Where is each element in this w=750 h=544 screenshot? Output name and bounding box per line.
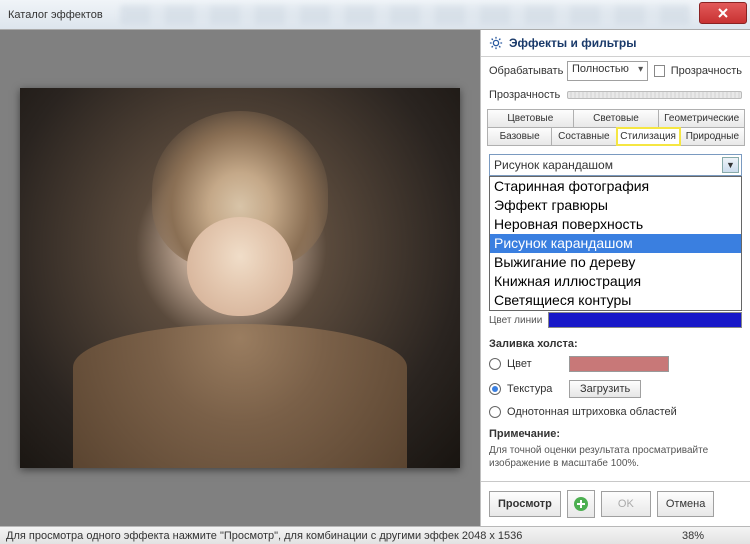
tab-light[interactable]: Световые: [573, 109, 660, 128]
effect-dropdown-list: Старинная фотография Эффект гравюры Неро…: [489, 176, 742, 311]
fill-color-swatch[interactable]: [569, 356, 669, 372]
option-engraving[interactable]: Эффект гравюры: [490, 196, 741, 215]
fill-color-row: Цвет: [481, 352, 750, 376]
add-button[interactable]: [567, 490, 595, 518]
note-heading: Примечание:: [481, 422, 750, 442]
preview-area: [0, 30, 480, 526]
status-zoom: 38%: [682, 530, 744, 542]
panel-heading: Эффекты и фильтры: [481, 30, 750, 57]
effect-combo-wrap: Рисунок карандашом ▼ Старинная фотографи…: [481, 148, 750, 176]
transparency-checkbox[interactable]: [654, 65, 665, 77]
tab-nature[interactable]: Природные: [680, 127, 745, 146]
transparency-checkbox-label: Прозрачность: [671, 65, 742, 77]
fill-mono-row: Однотонная штриховка областей: [481, 402, 750, 422]
load-button[interactable]: Загрузить: [569, 380, 641, 398]
tab-stylization[interactable]: Стилизация: [616, 127, 681, 146]
option-old-photo[interactable]: Старинная фотография: [490, 177, 741, 196]
tab-row-1: Цветовые Световые Геометрические: [487, 109, 744, 128]
effect-combo-value: Рисунок карандашом: [494, 158, 613, 172]
option-pencil[interactable]: Рисунок карандашом: [490, 234, 741, 253]
chevron-down-icon: ▼: [722, 157, 739, 173]
tab-color[interactable]: Цветовые: [487, 109, 574, 128]
close-button[interactable]: [699, 2, 747, 24]
panel-heading-text: Эффекты и фильтры: [509, 36, 637, 50]
tab-rows: Цветовые Световые Геометрические Базовые…: [481, 105, 750, 148]
process-dropdown[interactable]: Полностью: [567, 61, 648, 81]
workspace: Эффекты и фильтры Обрабатывать Полностью…: [0, 30, 750, 526]
statusbar: Для просмотра одного эффекта нажмите "Пр…: [0, 526, 750, 544]
process-label: Обрабатывать: [489, 65, 561, 77]
fill-heading: Заливка холста:: [481, 332, 750, 352]
line-color-row: Цвет линии: [481, 308, 750, 332]
close-icon: [717, 7, 729, 19]
option-book-illustration[interactable]: Книжная иллюстрация: [490, 272, 741, 291]
effects-panel: Эффекты и фильтры Обрабатывать Полностью…: [480, 30, 750, 526]
titlebar: Каталог эффектов: [0, 0, 750, 30]
radio-mono-label: Однотонная штриховка областей: [507, 406, 677, 418]
radio-texture-label: Текстура: [507, 383, 563, 395]
transparency-slider[interactable]: [567, 91, 742, 99]
radio-color[interactable]: [489, 358, 501, 370]
radio-texture[interactable]: [489, 383, 501, 395]
line-color-label: Цвет линии: [489, 315, 542, 326]
transparency-row: Прозрачность: [481, 85, 750, 105]
fill-texture-row: Текстура Загрузить: [481, 376, 750, 402]
tab-composite[interactable]: Составные: [551, 127, 616, 146]
button-bar: Просмотр OK Отмена: [481, 481, 750, 526]
plus-icon: [573, 496, 589, 512]
titlebar-blur: [120, 5, 690, 25]
status-text: Для просмотра одного эффекта нажмите "Пр…: [6, 530, 522, 542]
option-glowing-contours[interactable]: Светящиеся контуры: [490, 291, 741, 310]
radio-mono[interactable]: [489, 406, 501, 418]
preview-image: [20, 88, 460, 468]
gear-icon: [489, 36, 503, 50]
preview-button[interactable]: Просмотр: [489, 491, 561, 517]
tab-geometric[interactable]: Геометрические: [658, 109, 745, 128]
tab-row-2: Базовые Составные Стилизация Природные: [487, 127, 744, 146]
process-row: Обрабатывать Полностью Прозрачность: [481, 57, 750, 85]
transparency-label: Прозрачность: [489, 89, 561, 101]
cancel-button[interactable]: Отмена: [657, 491, 714, 517]
window-title: Каталог эффектов: [4, 9, 103, 21]
line-color-swatch[interactable]: [548, 312, 742, 328]
note-text: Для точной оценки результата просматрива…: [481, 442, 750, 476]
effect-combo[interactable]: Рисунок карандашом ▼: [489, 154, 742, 176]
ok-button: OK: [601, 491, 651, 517]
tab-basic[interactable]: Базовые: [487, 127, 552, 146]
option-woodburn[interactable]: Выжигание по дереву: [490, 253, 741, 272]
option-rough-surface[interactable]: Неровная поверхность: [490, 215, 741, 234]
radio-color-label: Цвет: [507, 358, 563, 370]
